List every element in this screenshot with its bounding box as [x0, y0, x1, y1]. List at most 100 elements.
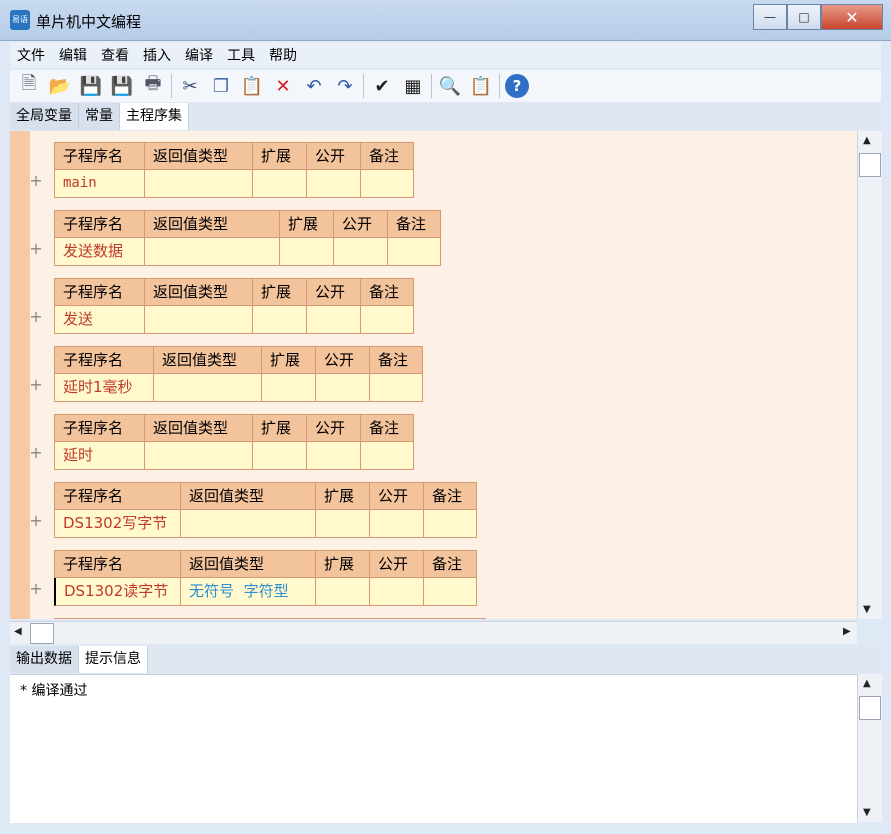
header-public: 公开 [369, 550, 423, 578]
header-extend: 扩展 [252, 278, 306, 306]
tab-constants[interactable]: 常量 [79, 103, 120, 130]
close-button[interactable]: ✕ [821, 4, 883, 30]
copy-icon[interactable]: ❐ [208, 73, 234, 99]
header-remark: 备注 [360, 414, 414, 442]
tab-main-program-set[interactable]: 主程序集 [120, 103, 189, 130]
header-extend: 扩展 [252, 414, 306, 442]
remark-cell[interactable] [360, 306, 414, 334]
cut-icon[interactable]: ✂ [177, 73, 203, 99]
extend-cell[interactable] [261, 374, 315, 402]
scroll-right-icon[interactable]: ▶ [843, 626, 851, 637]
subroutine-name-cell[interactable]: DS1302写字节 [54, 510, 180, 538]
save-all-icon[interactable]: 💾 [109, 73, 135, 99]
public-cell[interactable] [369, 578, 423, 606]
return-type-cell[interactable] [153, 374, 261, 402]
return-type-cell[interactable] [180, 510, 315, 538]
remark-cell[interactable] [423, 510, 477, 538]
open-folder-icon[interactable]: 📂 [47, 73, 73, 99]
redo-icon[interactable]: ↷ [332, 73, 358, 99]
public-cell[interactable] [306, 306, 360, 334]
menu-help[interactable]: 帮助 [262, 45, 304, 65]
menu-insert[interactable]: 插入 [136, 45, 178, 65]
new-file-icon[interactable]: 🗎 [16, 73, 42, 99]
help-icon[interactable]: ? [505, 74, 529, 98]
return-type-cell[interactable] [144, 306, 252, 334]
extend-cell[interactable] [252, 170, 306, 198]
expand-icon[interactable]: + [28, 579, 44, 598]
return-type-cell[interactable]: 无符号 字符型 [180, 578, 315, 606]
public-cell[interactable] [306, 442, 360, 470]
header-name: 子程序名 [54, 210, 144, 238]
remark-cell[interactable] [360, 170, 414, 198]
editor-horizontal-scrollbar[interactable]: ◀ ▶ [10, 621, 857, 644]
subroutine-table: + 子程序名 返回值类型 扩展 公开 备注 DS1302读字节 无符号 字符型 [29, 550, 477, 606]
expand-icon[interactable]: + [28, 511, 44, 530]
public-cell[interactable] [306, 170, 360, 198]
header-remark: 备注 [360, 142, 414, 170]
header-public: 公开 [315, 346, 369, 374]
menu-compile[interactable]: 编译 [178, 45, 220, 65]
output-tabs: 输出数据 提示信息 [10, 646, 881, 673]
output-panel[interactable]: * 编译通过 [10, 674, 857, 823]
scroll-thumb[interactable] [859, 153, 881, 177]
save-icon[interactable]: 💾 [78, 73, 104, 99]
public-cell[interactable] [315, 374, 369, 402]
print-icon[interactable]: 🖶 [140, 73, 166, 99]
menu-view[interactable]: 查看 [94, 45, 136, 65]
expand-icon[interactable]: + [28, 239, 44, 258]
expand-icon[interactable]: + [28, 375, 44, 394]
extend-cell[interactable] [279, 238, 333, 266]
expand-icon[interactable]: + [28, 443, 44, 462]
title-bar: 易语 单片机中文编程 — □ ✕ [0, 0, 891, 41]
check-compile-icon[interactable]: ✔ [369, 73, 395, 99]
public-cell[interactable] [333, 238, 387, 266]
maximize-button[interactable]: □ [787, 4, 821, 30]
tab-hint-info[interactable]: 提示信息 [79, 646, 148, 673]
return-type-cell[interactable] [144, 238, 279, 266]
output-vertical-scrollbar[interactable]: ▲ ▼ [857, 674, 882, 822]
scroll-up-icon[interactable]: ▲ [863, 678, 871, 689]
scroll-left-icon[interactable]: ◀ [14, 626, 22, 637]
extend-cell[interactable] [315, 510, 369, 538]
paste-icon[interactable]: 📋 [239, 73, 265, 99]
scroll-up-icon[interactable]: ▲ [863, 135, 871, 146]
code-editor[interactable]: + 子程序名 返回值类型 扩展 公开 备注 main + 子程序名 返回值类型 … [10, 131, 857, 619]
clipboard-icon[interactable]: 📋 [468, 73, 494, 99]
remark-cell[interactable] [369, 374, 423, 402]
expand-icon[interactable]: + [28, 307, 44, 326]
delete-icon[interactable]: ✕ [270, 73, 296, 99]
expand-icon[interactable]: + [28, 171, 44, 190]
subroutine-name-cell[interactable]: DS1302读字节 [54, 578, 180, 606]
remark-cell[interactable] [387, 238, 441, 266]
header-return-type: 返回值类型 [144, 278, 252, 306]
menu-tools[interactable]: 工具 [220, 45, 262, 65]
remark-cell[interactable] [360, 442, 414, 470]
remark-cell[interactable] [423, 578, 477, 606]
undo-icon[interactable]: ↶ [301, 73, 327, 99]
scroll-thumb[interactable] [30, 623, 54, 644]
extend-cell[interactable] [315, 578, 369, 606]
extend-cell[interactable] [252, 442, 306, 470]
subroutine-name-cell[interactable]: main [54, 170, 144, 198]
subroutine-name-cell[interactable]: 发送 [54, 306, 144, 334]
public-cell[interactable] [369, 510, 423, 538]
subroutine-name-cell[interactable]: 发送数据 [54, 238, 144, 266]
menu-file[interactable]: 文件 [10, 45, 52, 65]
scroll-down-icon[interactable]: ▼ [863, 604, 871, 615]
subroutine-name-cell[interactable]: 延时1毫秒 [54, 374, 153, 402]
menu-edit[interactable]: 编辑 [52, 45, 94, 65]
tab-output-data[interactable]: 输出数据 [10, 646, 79, 673]
header-public: 公开 [306, 142, 360, 170]
subroutine-name-cell[interactable]: 延时 [54, 442, 144, 470]
scroll-thumb[interactable] [859, 696, 881, 720]
device-icon[interactable]: ▦ [400, 73, 426, 99]
tab-global-variables[interactable]: 全局变量 [10, 103, 79, 130]
scroll-down-icon[interactable]: ▼ [863, 807, 871, 818]
return-type-cell[interactable] [144, 170, 252, 198]
header-remark: 备注 [369, 346, 423, 374]
editor-vertical-scrollbar[interactable]: ▲ ▼ [857, 131, 882, 619]
minimize-button[interactable]: — [753, 4, 787, 30]
extend-cell[interactable] [252, 306, 306, 334]
return-type-cell[interactable] [144, 442, 252, 470]
find-icon[interactable]: 🔍 [437, 73, 463, 99]
